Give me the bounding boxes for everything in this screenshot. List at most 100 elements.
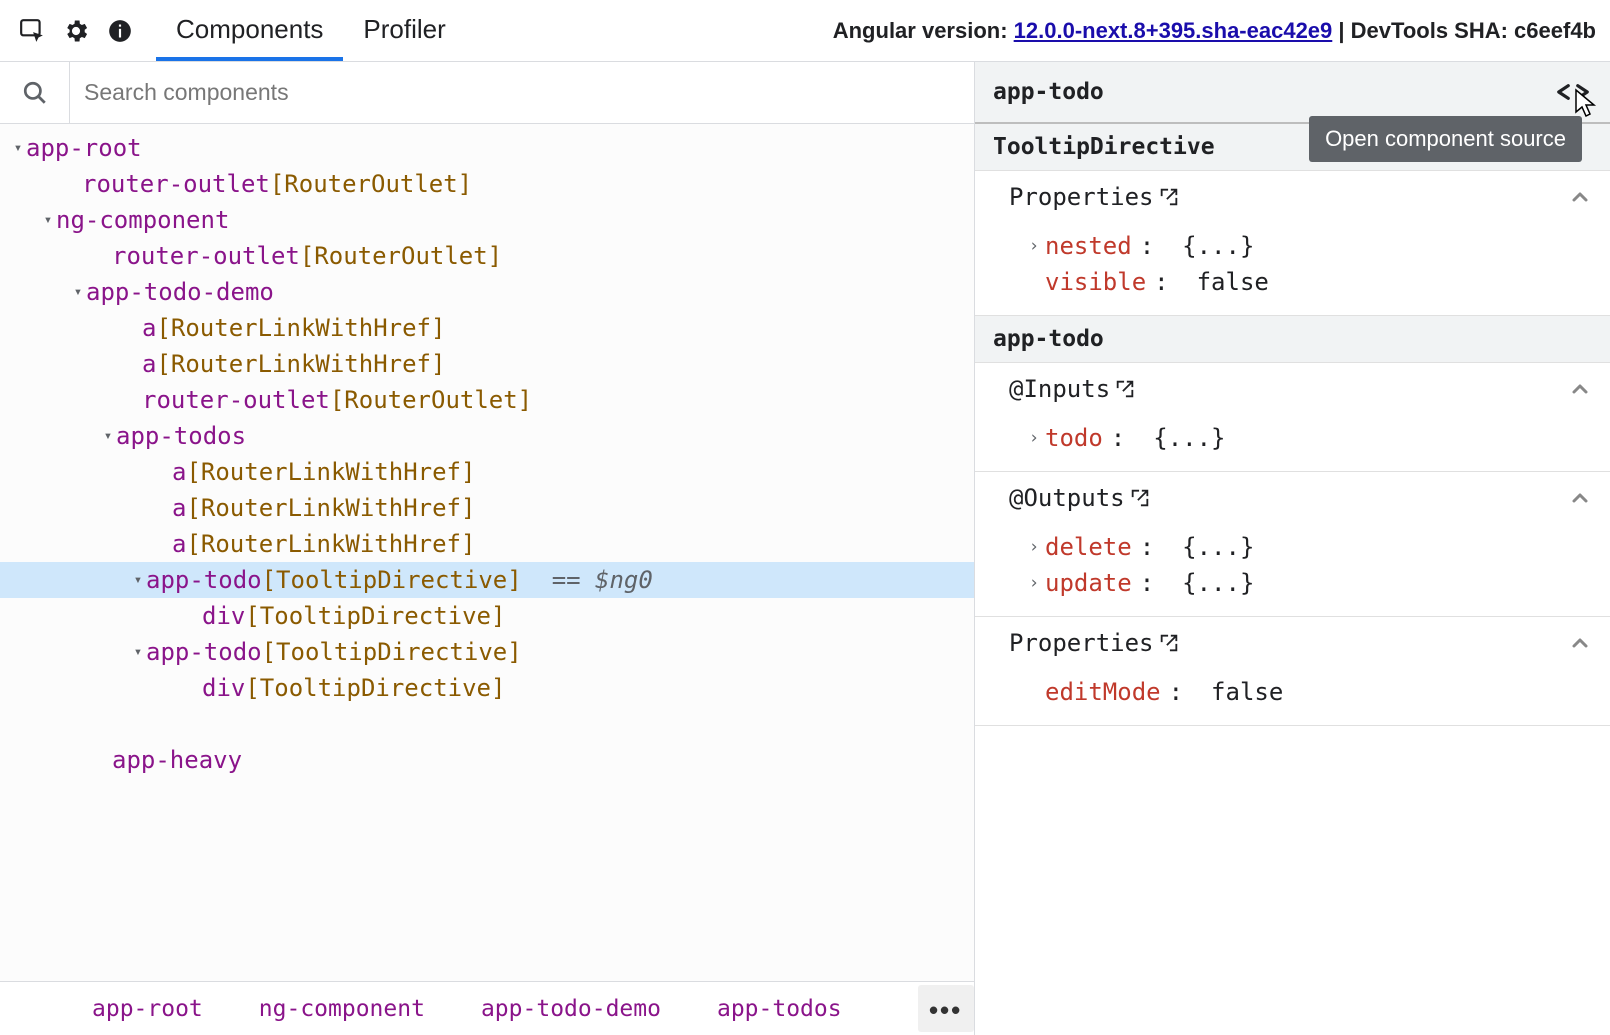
tree-node[interactable]: ▾ app-todos <box>0 418 974 454</box>
chevron-up-icon[interactable] <box>1568 185 1592 209</box>
inspector-panel: app-todo Open component source TooltipDi… <box>975 62 1610 1035</box>
property-row[interactable]: ›update :{...} <box>1023 566 1610 600</box>
tree-node[interactable]: a[RouterLinkWithHref] <box>0 310 974 346</box>
tree-node[interactable]: router-outlet[RouterOutlet] <box>0 382 974 418</box>
tree-node[interactable]: ▾ app-root <box>0 130 974 166</box>
expand-arrow-icon[interactable]: ▾ <box>40 212 56 228</box>
tree-node[interactable]: app-heavy <box>0 742 974 778</box>
tooltip: Open component source <box>1309 116 1582 162</box>
colon: : <box>1140 533 1154 561</box>
colon: : <box>1111 424 1125 452</box>
group-header[interactable]: Properties <box>975 171 1610 223</box>
expand-arrow-icon[interactable]: ▾ <box>100 428 116 444</box>
tree-node[interactable]: router-outlet[RouterOutlet] <box>0 166 974 202</box>
directive-name: [RouterLinkWithHref] <box>156 350 445 378</box>
open-external-icon[interactable] <box>1158 186 1180 208</box>
expand-arrow-icon[interactable]: ▾ <box>10 140 26 156</box>
property-row[interactable]: ›nested :{...} <box>1023 229 1610 263</box>
property-row[interactable]: visible:false <box>1023 265 1610 299</box>
breadcrumb-item[interactable]: app-todo-demo <box>481 996 661 1022</box>
property-group: Properties editMode:false <box>975 617 1610 726</box>
element-name: router-outlet <box>142 386 330 414</box>
console-ref: == $ng0 <box>552 566 653 594</box>
tree-node[interactable]: a[RouterLinkWithHref] <box>0 526 974 562</box>
expand-chevron-icon[interactable]: › <box>1023 537 1045 557</box>
element-name: a <box>172 530 186 558</box>
tree-node[interactable]: ▾ app-todo[TooltipDirective] <box>0 634 974 670</box>
expand-arrow-icon[interactable]: ▾ <box>70 284 86 300</box>
directive-name: [RouterOutlet] <box>300 242 502 270</box>
version-prefix: Angular version: <box>833 18 1014 43</box>
expand-arrow-icon[interactable]: ▾ <box>130 644 146 660</box>
version-info: Angular version: 12.0.0-next.8+395.sha-e… <box>833 18 1604 44</box>
angular-version-link[interactable]: 12.0.0-next.8+395.sha-eac42e9 <box>1014 18 1333 43</box>
breadcrumb-item[interactable]: app-todos <box>717 996 842 1022</box>
components-panel: ▾ app-root router-outlet[RouterOutlet]▾ … <box>0 62 975 1035</box>
tree-node[interactable] <box>0 706 974 742</box>
tree-node[interactable]: ▾ app-todo[TooltipDirective]== $ng0 <box>0 562 974 598</box>
property-row[interactable]: ›todo :{...} <box>1023 421 1610 455</box>
component-tree[interactable]: ▾ app-root router-outlet[RouterOutlet]▾ … <box>0 124 974 981</box>
tree-node[interactable]: a[RouterLinkWithHref] <box>0 346 974 382</box>
view-source-icon[interactable] <box>1554 78 1592 106</box>
colon: : <box>1140 569 1154 597</box>
open-external-icon[interactable] <box>1158 632 1180 654</box>
directive-name: [RouterLinkWithHref] <box>186 458 475 486</box>
group-header[interactable]: @Inputs <box>975 363 1610 415</box>
expand-chevron-icon[interactable]: › <box>1023 428 1045 448</box>
breadcrumb-overflow[interactable]: ••• <box>918 985 974 1032</box>
chevron-up-icon[interactable] <box>1568 377 1592 401</box>
property-value: {...} <box>1153 424 1225 452</box>
expand-arrow-icon[interactable]: ▾ <box>130 572 146 588</box>
tree-node[interactable]: router-outlet[RouterOutlet] <box>0 238 974 274</box>
element-name: div <box>202 602 245 630</box>
property-value: {...} <box>1182 232 1254 260</box>
element-name: app-todo <box>146 566 262 594</box>
tree-node[interactable]: div[TooltipDirective] <box>0 670 974 706</box>
search-icon[interactable] <box>0 62 70 123</box>
property-row[interactable]: editMode:false <box>1023 675 1610 709</box>
info-icon[interactable] <box>98 9 142 53</box>
tree-node[interactable]: ▾ ng-component <box>0 202 974 238</box>
group-label: Properties <box>1009 629 1154 657</box>
gear-icon[interactable] <box>54 9 98 53</box>
select-element-icon[interactable] <box>10 9 54 53</box>
search-input[interactable] <box>70 62 974 123</box>
chevron-up-icon[interactable] <box>1568 631 1592 655</box>
tab-profiler[interactable]: Profiler <box>343 0 465 61</box>
tree-node[interactable]: a[RouterLinkWithHref] <box>0 454 974 490</box>
devtools-topbar: ComponentsProfiler Angular version: 12.0… <box>0 0 1610 62</box>
element-name: a <box>142 350 156 378</box>
property-group: @Inputs›todo :{...} <box>975 363 1610 472</box>
element-name: app-todo-demo <box>86 278 274 306</box>
expand-chevron-icon[interactable]: › <box>1023 236 1045 256</box>
property-row[interactable]: ›delete :{...} <box>1023 530 1610 564</box>
tab-components[interactable]: Components <box>156 0 343 61</box>
group-header[interactable]: @Outputs <box>975 472 1610 524</box>
open-external-icon[interactable] <box>1114 378 1136 400</box>
property-value: false <box>1197 268 1269 296</box>
element-name: app-heavy <box>112 746 242 774</box>
breadcrumb-item[interactable]: app-root <box>92 996 203 1022</box>
expand-chevron-icon[interactable]: › <box>1023 573 1045 593</box>
colon: : <box>1154 268 1168 296</box>
open-external-icon[interactable] <box>1129 487 1151 509</box>
group-header[interactable]: Properties <box>975 617 1610 669</box>
property-group: @Outputs ›delete :{...}›update :{...} <box>975 472 1610 617</box>
breadcrumb-item[interactable]: ng-component <box>259 996 425 1022</box>
selected-component-header: app-todo Open component source <box>975 62 1610 124</box>
colon: : <box>1140 232 1154 260</box>
tree-node[interactable]: div[TooltipDirective] <box>0 598 974 634</box>
devtools-sha: | DevTools SHA: c6eef4b <box>1332 18 1596 43</box>
tree-node[interactable]: ▾ app-todo-demo <box>0 274 974 310</box>
property-group: Properties›nested :{...}visible:false <box>975 171 1610 316</box>
property-list: ›nested :{...}visible:false <box>975 223 1610 315</box>
tabs: ComponentsProfiler <box>156 0 466 61</box>
section-title: app-todo <box>975 316 1610 363</box>
property-key: delete <box>1045 533 1132 561</box>
tree-node[interactable]: a[RouterLinkWithHref] <box>0 490 974 526</box>
chevron-up-icon[interactable] <box>1568 486 1592 510</box>
directive-name: [RouterLinkWithHref] <box>186 494 475 522</box>
element-name: app-todo <box>146 638 262 666</box>
element-name: a <box>172 494 186 522</box>
